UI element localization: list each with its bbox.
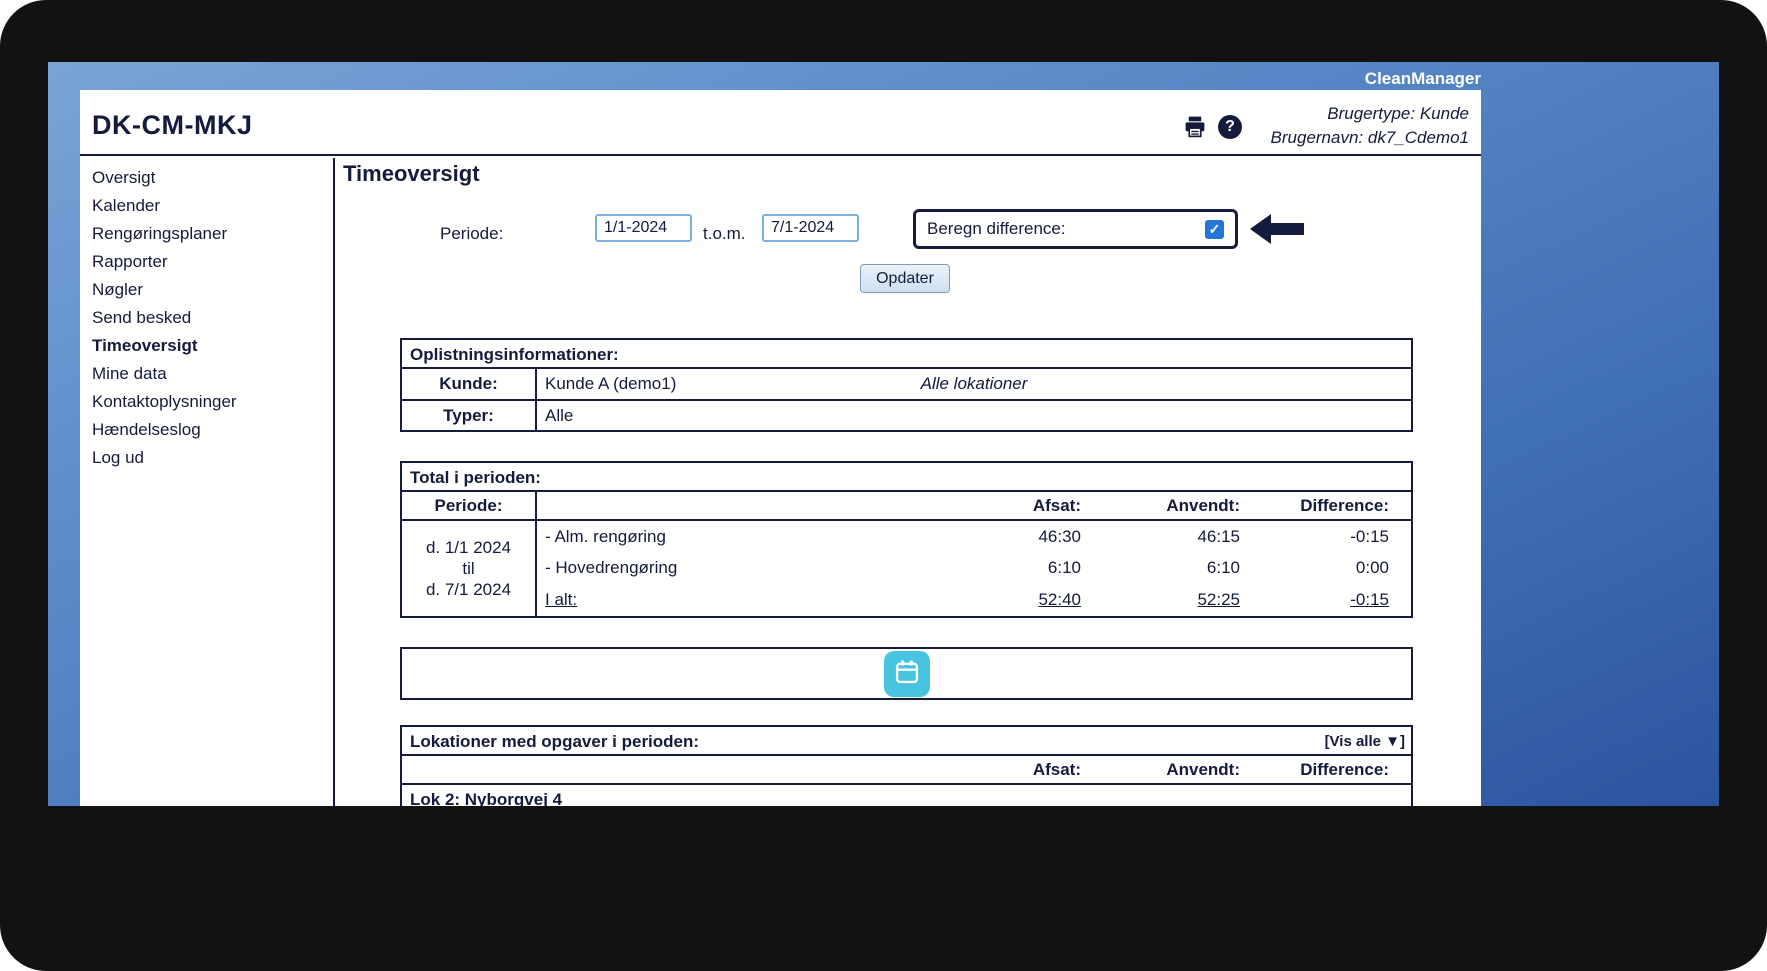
print-icon[interactable] bbox=[1182, 114, 1208, 139]
info-row-label: Kunde: bbox=[402, 369, 537, 399]
sidebar-item-mine-data[interactable]: Mine data bbox=[80, 360, 333, 388]
locations-table-header: Afsat: Anvendt: Difference: bbox=[402, 756, 1411, 785]
info-table-title: Oplistningsinformationer: bbox=[402, 340, 1411, 369]
sidebar: Oversigt Kalender Rengøringsplaner Rappo… bbox=[80, 158, 333, 472]
locations-table: Lokationer med opgaver i perioden: [Vis … bbox=[400, 725, 1413, 806]
page-header: DK-CM-MKJ ? Brugertype: Kunde bbox=[80, 90, 1481, 156]
difference-highlight-box: Beregn difference: bbox=[913, 209, 1238, 249]
help-icon[interactable]: ? bbox=[1218, 115, 1242, 139]
locations-table-title: Lokationer med opgaver i perioden: [Vis … bbox=[402, 727, 1411, 756]
sidebar-item-rapporter[interactable]: Rapporter bbox=[80, 248, 333, 276]
period-label: Periode: bbox=[440, 224, 503, 244]
total-table-header: Periode: Afsat: Anvendt: Difference: bbox=[402, 492, 1411, 521]
user-name: Brugernavn: dk7_Cdemo1 bbox=[1271, 126, 1469, 150]
table-row: - Alm. rengøring 46:30 46:15 -0:15 bbox=[537, 521, 1411, 552]
column-header-afsat: Afsat: bbox=[922, 496, 1081, 516]
table-row: Kunde: Kunde A (demo1) Alle lokationer bbox=[402, 369, 1411, 401]
tom-label: t.o.m. bbox=[703, 224, 746, 244]
calendar-bar bbox=[400, 647, 1413, 700]
difference-checkbox[interactable] bbox=[1205, 220, 1224, 239]
location-note: Alle lokationer bbox=[921, 374, 1028, 394]
table-row: Typer: Alle bbox=[402, 401, 1411, 430]
period-to-input[interactable] bbox=[762, 214, 859, 242]
user-info: Brugertype: Kunde Brugernavn: dk7_Cdemo1 bbox=[1271, 102, 1469, 150]
sidebar-item-oversigt[interactable]: Oversigt bbox=[80, 164, 333, 192]
period-date-cell: d. 1/1 2024 til d. 7/1 2024 bbox=[402, 521, 537, 616]
row-label: I alt: bbox=[537, 590, 922, 610]
difference-value: -0:15 bbox=[1240, 527, 1389, 547]
left-arrow-icon bbox=[1250, 214, 1304, 249]
header-icons: ? bbox=[1182, 114, 1242, 139]
date-line: til bbox=[462, 558, 474, 579]
info-row-label: Typer: bbox=[402, 401, 537, 430]
period-from-input[interactable] bbox=[595, 214, 692, 242]
sidebar-item-rengoeringsplaner[interactable]: Rengøringsplaner bbox=[80, 220, 333, 248]
customer-value: Kunde A (demo1) bbox=[545, 374, 676, 393]
info-row-value: Kunde A (demo1) Alle lokationer bbox=[537, 374, 1411, 394]
total-table-body: d. 1/1 2024 til d. 7/1 2024 - Alm. rengø… bbox=[402, 521, 1411, 616]
date-line: d. 7/1 2024 bbox=[426, 579, 511, 600]
column-header-afsat: Afsat: bbox=[922, 760, 1081, 780]
column-header-anvendt: Anvendt: bbox=[1081, 760, 1240, 780]
sidebar-item-kontaktoplysninger[interactable]: Kontaktoplysninger bbox=[80, 388, 333, 416]
column-header-anvendt: Anvendt: bbox=[1081, 496, 1240, 516]
row-label: - Alm. rengøring bbox=[537, 527, 922, 547]
main-content: Timeoversigt Periode: t.o.m. Beregn diff… bbox=[335, 158, 1481, 806]
browser-viewport: CleanManager DK-CM-MKJ ? bbox=[48, 62, 1719, 806]
app-window: DK-CM-MKJ ? Brugertype: Kunde bbox=[80, 90, 1481, 806]
sidebar-item-haendelseslog[interactable]: Hændelseslog bbox=[80, 416, 333, 444]
table-row-total: I alt: 52:40 52:25 -0:15 bbox=[537, 583, 1411, 616]
update-button[interactable]: Opdater bbox=[860, 264, 950, 293]
locations-title-text: Lokationer med opgaver i perioden: bbox=[410, 727, 699, 754]
sidebar-item-noegler[interactable]: Nøgler bbox=[80, 276, 333, 304]
page-title: DK-CM-MKJ bbox=[92, 110, 252, 141]
anvendt-value: 46:15 bbox=[1081, 527, 1240, 547]
sidebar-item-timeoversigt[interactable]: Timeoversigt bbox=[80, 332, 333, 360]
anvendt-value: 52:25 bbox=[1081, 590, 1240, 610]
difference-value: -0:15 bbox=[1240, 590, 1389, 610]
column-header-difference: Difference: bbox=[1240, 496, 1389, 516]
anvendt-value: 6:10 bbox=[1081, 558, 1240, 578]
sidebar-item-send-besked[interactable]: Send besked bbox=[80, 304, 333, 332]
period-column-header: Periode: bbox=[402, 492, 537, 519]
total-table: Total i perioden: Periode: Afsat: Anvend… bbox=[400, 461, 1413, 618]
difference-value: 0:00 bbox=[1240, 558, 1389, 578]
total-table-title: Total i perioden: bbox=[402, 463, 1411, 492]
section-title: Timeoversigt bbox=[343, 161, 480, 187]
difference-label: Beregn difference: bbox=[927, 219, 1205, 239]
afsat-value: 6:10 bbox=[922, 558, 1081, 578]
device-frame: CleanManager DK-CM-MKJ ? bbox=[0, 0, 1767, 971]
show-all-dropdown[interactable]: [Vis alle ▼] bbox=[1325, 727, 1411, 754]
info-table: Oplistningsinformationer: Kunde: Kunde A… bbox=[400, 338, 1413, 432]
brand-label: CleanManager bbox=[1365, 69, 1481, 89]
afsat-value: 46:30 bbox=[922, 527, 1081, 547]
row-label: - Hovedrengøring bbox=[537, 558, 922, 578]
types-value: Alle bbox=[545, 406, 573, 425]
sidebar-item-log-ud[interactable]: Log ud bbox=[80, 444, 333, 472]
table-row: - Hovedrengøring 6:10 6:10 0:00 bbox=[537, 552, 1411, 583]
date-line: d. 1/1 2024 bbox=[426, 537, 511, 558]
sidebar-item-kalender[interactable]: Kalender bbox=[80, 192, 333, 220]
calendar-icon bbox=[893, 658, 921, 689]
info-row-value: Alle bbox=[537, 406, 1411, 426]
column-header-difference: Difference: bbox=[1240, 760, 1389, 780]
afsat-value: 52:40 bbox=[922, 590, 1081, 610]
location-row: Lok 2: Nyborgvej 4 bbox=[402, 785, 1411, 806]
calendar-button[interactable] bbox=[884, 651, 930, 697]
user-type: Brugertype: Kunde bbox=[1271, 102, 1469, 126]
